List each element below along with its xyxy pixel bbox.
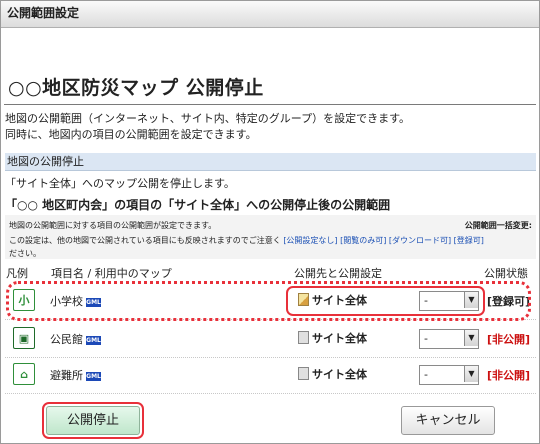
shelter-icon: ⌂ [13, 363, 35, 385]
scope-select[interactable]: - ▼ [419, 329, 479, 349]
chevron-down-icon[interactable]: ▼ [464, 330, 478, 346]
cancel-button[interactable]: キャンセル [401, 406, 495, 435]
bulk-change-links[interactable]: [公開設定なし] [閲覧のみ可] [ダウンロード可] [登録可] [283, 236, 484, 245]
col-status: 公開状態 [484, 267, 528, 280]
items-section-title: 「○○ 地区町内会」の項目の「サイト全体」への公開停止後の公開範囲 [5, 198, 391, 212]
scope-label: サイト全体 [298, 330, 367, 346]
items-note-1: 地図の公開範囲に対する項目の公開範囲が設定できます。 [9, 221, 217, 230]
col-name: 項目名 / 利用中のマップ [51, 267, 172, 280]
items-note-box: 地図の公開範囲に対する項目の公開範囲が設定できます。 公開範囲一括変更: この設… [5, 215, 536, 259]
item-name-text: 避難所 [50, 369, 83, 382]
document-icon [298, 331, 309, 344]
table-row: ⌂ 避難所 GML サイト全体 - ▼ [非公開] [5, 357, 536, 394]
community-hall-icon-glyph: ▣ [18, 331, 30, 345]
item-name-text: 公民館 [50, 333, 83, 346]
gml-icon: GML [86, 371, 101, 381]
intro-line-2: 同時に、地図内の項目の公開範囲を設定できます。 [5, 128, 257, 141]
dialog-window: 公開範囲設定 ○○地区防災マップ 公開停止 地図の公開範囲（インターネット、サイ… [0, 0, 540, 444]
items-note-2: この設定は、他の地図で公開されている項目にも反映されますのでご注意く [公開設定… [9, 235, 484, 246]
item-name: 公民館 GML [50, 331, 101, 347]
document-icon [298, 367, 309, 380]
status-badge: [非公開] [487, 369, 531, 382]
items-note-3: ださい。 [9, 249, 41, 258]
status-badge: [非公開] [487, 333, 531, 346]
intro-text: 地図の公開範囲（インターネット、サイト内、特定のグループ）を設定できます。 同時… [5, 111, 410, 143]
table-row: ▣ 公民館 GML サイト全体 - ▼ [非公開] [5, 321, 536, 358]
scope-label: サイト全体 [298, 366, 367, 382]
scope-label-text: サイト全体 [312, 368, 367, 381]
col-legend: 凡例 [6, 267, 28, 280]
scope-select[interactable]: - ▼ [419, 365, 479, 385]
gml-icon: GML [86, 335, 101, 345]
window-title: 公開範囲設定 [1, 1, 539, 28]
stop-publishing-button[interactable]: 公開停止 [46, 406, 140, 435]
bulk-change-label: 公開範囲一括変更: [464, 221, 532, 230]
chevron-down-icon[interactable]: ▼ [464, 366, 478, 382]
scope-select-value: - [424, 332, 428, 345]
community-hall-icon: ▣ [13, 327, 35, 349]
scope-label-text: サイト全体 [312, 332, 367, 345]
items-note-2-text: この設定は、他の地図で公開されている項目にも反映されますのでご注意く [9, 236, 281, 245]
scope-highlight [286, 286, 485, 316]
scope-select-value: - [424, 368, 428, 381]
shelter-icon-glyph: ⌂ [20, 367, 28, 381]
title-divider [4, 104, 536, 105]
map-section-description: 「サイト全体」へのマップ公開を停止します。 [5, 177, 235, 190]
item-name: 避難所 GML [50, 367, 101, 383]
map-section-header: 地図の公開停止 [5, 153, 536, 171]
intro-line-1: 地図の公開範囲（インターネット、サイト内、特定のグループ）を設定できます。 [5, 112, 411, 125]
col-scope: 公開先と公開設定 [294, 267, 382, 280]
page-title: ○○地区防災マップ 公開停止 [8, 77, 264, 99]
